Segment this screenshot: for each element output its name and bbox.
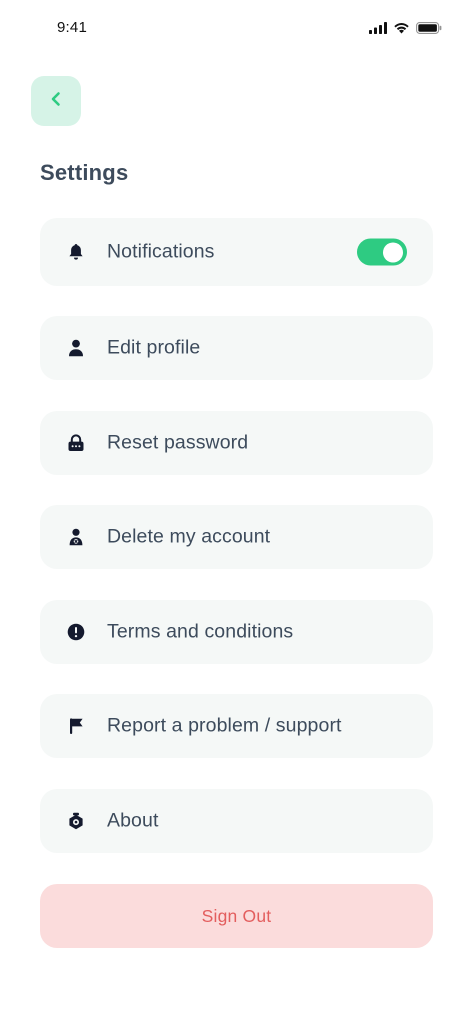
settings-item-delete-account[interactable]: Delete my account (40, 505, 433, 569)
info-shield-icon (67, 812, 85, 830)
settings-item-edit-profile[interactable]: Edit profile (40, 316, 433, 380)
flag-icon (67, 717, 85, 735)
settings-item-label: Terms and conditions (107, 620, 294, 643)
lock-icon (67, 434, 85, 452)
bell-icon (67, 243, 85, 261)
signal-icon (369, 21, 387, 39)
sign-out-button[interactable]: Sign Out (40, 884, 433, 948)
settings-item-notifications[interactable]: Notifications (40, 218, 433, 286)
status-icons (369, 21, 442, 39)
wifi-icon (393, 21, 410, 39)
notifications-toggle[interactable] (357, 238, 407, 266)
settings-item-reset-password[interactable]: Reset password (40, 411, 433, 475)
settings-item-terms[interactable]: Terms and conditions (40, 600, 433, 664)
status-bar: 9:41 (0, 0, 473, 56)
user-icon (67, 339, 85, 357)
alert-circle-icon (67, 623, 85, 641)
chevron-left-icon (49, 91, 63, 112)
settings-item-label: Edit profile (107, 336, 201, 359)
settings-item-label: Reset password (107, 431, 249, 454)
settings-item-label: Notifications (107, 240, 215, 263)
user-delete-icon (67, 528, 85, 546)
settings-item-label: Delete my account (107, 525, 271, 548)
settings-item-label: Report a problem / support (107, 714, 342, 737)
status-time: 9:41 (57, 19, 87, 36)
settings-item-report-problem[interactable]: Report a problem / support (40, 694, 433, 758)
settings-item-label: About (107, 809, 159, 832)
page-title: Settings (40, 160, 129, 185)
settings-item-about[interactable]: About (40, 789, 433, 853)
toggle-knob (383, 242, 403, 262)
back-button[interactable] (31, 76, 81, 126)
battery-icon (416, 21, 442, 39)
